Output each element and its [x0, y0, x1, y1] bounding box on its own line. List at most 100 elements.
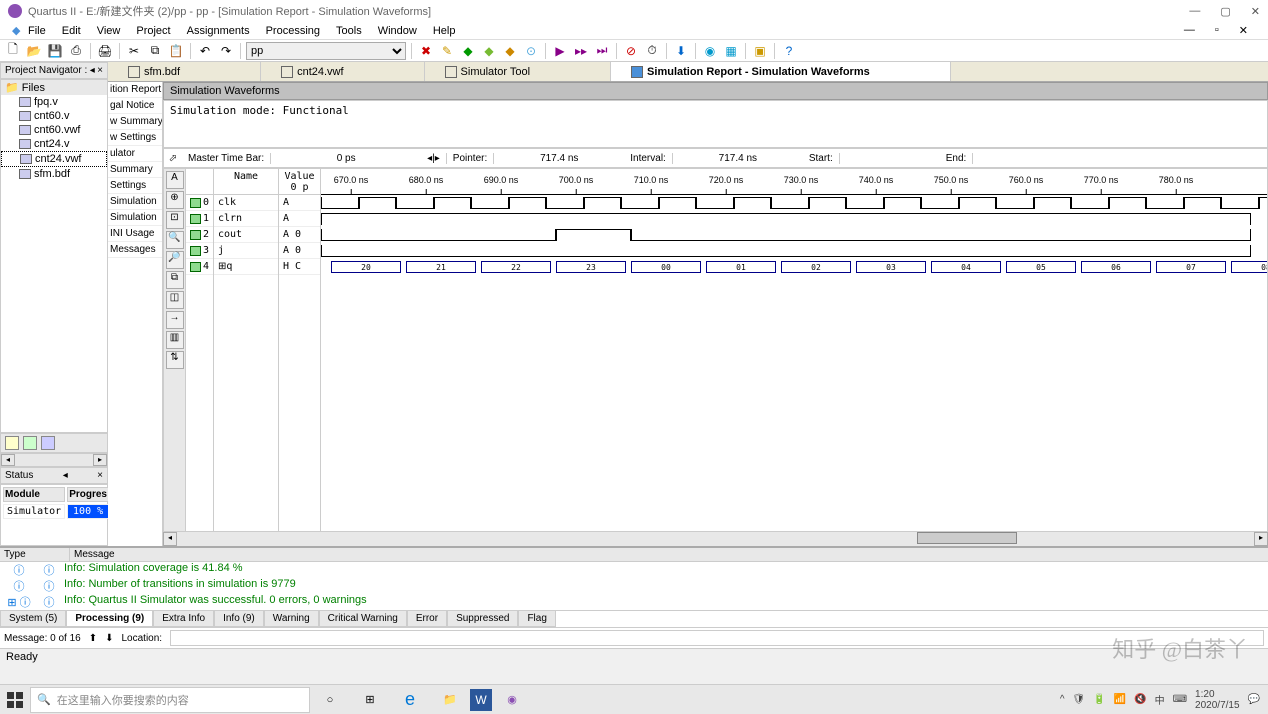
- close-status-icon[interactable]: ×: [97, 470, 103, 481]
- report-item[interactable]: ition Report: [108, 82, 162, 98]
- design-tab-icon[interactable]: [41, 436, 55, 450]
- timer-icon[interactable]: ⊘: [622, 42, 640, 60]
- cortana-icon[interactable]: ○: [310, 686, 350, 714]
- file-item[interactable]: sfm.bdf: [1, 167, 107, 181]
- help-icon[interactable]: ?: [780, 42, 798, 60]
- zoom-in-icon[interactable]: 🔍: [166, 231, 184, 249]
- tray-up-icon[interactable]: ^: [1060, 694, 1065, 705]
- project-dropdown[interactable]: pp: [246, 42, 406, 60]
- fitter-icon[interactable]: ◆: [501, 42, 519, 60]
- volume-icon[interactable]: 🔇: [1134, 694, 1146, 705]
- timing-icon[interactable]: ⊙: [522, 42, 540, 60]
- sort-tool-icon[interactable]: ⇅: [166, 351, 184, 369]
- save-all-icon[interactable]: ⎙: [67, 42, 85, 60]
- print-icon[interactable]: 🖨: [96, 42, 114, 60]
- menu-edit[interactable]: Edit: [54, 25, 89, 37]
- report-item[interactable]: w Settings: [108, 130, 162, 146]
- new-file-icon[interactable]: 🗋: [4, 42, 22, 60]
- signal-pin[interactable]: 3: [186, 243, 213, 259]
- message-row[interactable]: ⓘⓘInfo: Number of transitions in simulat…: [0, 578, 1268, 594]
- wifi-icon[interactable]: 📶: [1114, 694, 1126, 705]
- redo-icon[interactable]: ↷: [217, 42, 235, 60]
- waveform-scrollbar[interactable]: ◂ ▸: [163, 532, 1268, 546]
- signal-name[interactable]: clrn: [214, 211, 278, 227]
- pointer-input[interactable]: [494, 153, 624, 164]
- taskview-icon[interactable]: ⊞: [350, 686, 390, 714]
- maximize-button[interactable]: ▢: [1220, 5, 1230, 18]
- message-tab[interactable]: Warning: [264, 611, 319, 627]
- hierarchy-tab-icon[interactable]: [5, 436, 19, 450]
- arrow-tool-icon[interactable]: →: [166, 311, 184, 329]
- document-tab[interactable]: cnt24.vwf: [261, 62, 424, 81]
- report-item[interactable]: Settings: [108, 178, 162, 194]
- play-icon[interactable]: ▶: [551, 42, 569, 60]
- message-tab[interactable]: Suppressed: [447, 611, 518, 627]
- group-tool-icon[interactable]: ◫: [166, 291, 184, 309]
- signal-name[interactable]: cout: [214, 227, 278, 243]
- menu-window[interactable]: Window: [370, 25, 425, 37]
- pointer-tool-icon[interactable]: ⬀: [164, 153, 182, 164]
- edge-icon[interactable]: e: [390, 686, 430, 714]
- word-icon[interactable]: W: [470, 689, 492, 711]
- next-message-icon[interactable]: ⬇: [105, 633, 113, 644]
- report-item[interactable]: Simulation: [108, 210, 162, 226]
- message-tab[interactable]: Extra Info: [153, 611, 214, 627]
- minimize-button[interactable]: —: [1189, 5, 1200, 18]
- stop-icon[interactable]: ✖: [417, 42, 435, 60]
- signal-pin[interactable]: 4: [186, 259, 213, 275]
- signal-pin[interactable]: 2: [186, 227, 213, 243]
- battery-icon[interactable]: 🔋: [1093, 694, 1105, 705]
- window-icon[interactable]: ▣: [751, 42, 769, 60]
- file-item[interactable]: cnt24.v: [1, 137, 107, 151]
- analyze-icon[interactable]: ◆: [480, 42, 498, 60]
- keyboard-icon[interactable]: ⌨: [1173, 694, 1187, 705]
- end-input[interactable]: [973, 153, 1073, 164]
- signal-name[interactable]: clk: [214, 195, 278, 211]
- prev-message-icon[interactable]: ⬆: [89, 633, 97, 644]
- report-item[interactable]: gal Notice: [108, 98, 162, 114]
- report-item[interactable]: Messages: [108, 242, 162, 258]
- file-item[interactable]: cnt60.vwf: [1, 123, 107, 137]
- menu-view[interactable]: View: [89, 25, 129, 37]
- report-item[interactable]: w Summary: [108, 114, 162, 130]
- paste-icon[interactable]: 📋: [167, 42, 185, 60]
- child-maximize-button[interactable]: ▫: [1207, 24, 1227, 37]
- menu-tools[interactable]: Tools: [328, 25, 370, 37]
- compile-icon[interactable]: ◆: [459, 42, 477, 60]
- files-tab-icon[interactable]: [23, 436, 37, 450]
- message-tab[interactable]: Critical Warning: [319, 611, 407, 627]
- explorer-icon[interactable]: 📁: [430, 686, 470, 714]
- copy-icon[interactable]: ⧉: [146, 42, 164, 60]
- nav-scrollbar[interactable]: ◂▸: [0, 453, 108, 467]
- document-tab[interactable]: Simulator Tool: [425, 62, 612, 81]
- file-item[interactable]: cnt24.vwf: [1, 151, 107, 167]
- pin-icon[interactable]: ◂: [90, 65, 95, 76]
- waveform-canvas[interactable]: 670.0 ns680.0 ns690.0 ns700.0 ns710.0 ns…: [321, 169, 1267, 531]
- find-icon[interactable]: 🔎: [166, 251, 184, 269]
- ime-icon[interactable]: 中: [1155, 692, 1165, 707]
- message-tab[interactable]: Processing (9): [66, 611, 153, 627]
- menu-help[interactable]: Help: [425, 25, 464, 37]
- message-tab[interactable]: Error: [407, 611, 447, 627]
- bus-tool-icon[interactable]: ⧉: [166, 271, 184, 289]
- document-tab[interactable]: Simulation Report - Simulation Waveforms: [611, 62, 951, 81]
- chip-icon[interactable]: ▦: [722, 42, 740, 60]
- report-item[interactable]: ulator: [108, 146, 162, 162]
- undo-icon[interactable]: ↶: [196, 42, 214, 60]
- step-icon[interactable]: ⏭: [593, 42, 611, 60]
- master-spin[interactable]: ◂|▸: [421, 153, 447, 164]
- report-item[interactable]: Summary: [108, 162, 162, 178]
- close-panel-icon[interactable]: ×: [97, 65, 103, 76]
- signal-pin[interactable]: 1: [186, 211, 213, 227]
- message-tab[interactable]: Info (9): [214, 611, 264, 627]
- message-tab[interactable]: System (5): [0, 611, 66, 627]
- play-to-icon[interactable]: ▸▸: [572, 42, 590, 60]
- start-button[interactable]: [0, 687, 30, 713]
- save-icon[interactable]: 💾: [46, 42, 64, 60]
- text-tool-icon[interactable]: A: [166, 171, 184, 189]
- menu-project[interactable]: Project: [128, 25, 178, 37]
- tool-icon[interactable]: ✎: [438, 42, 456, 60]
- child-minimize-button[interactable]: —: [1176, 24, 1203, 37]
- taskbar-search[interactable]: 🔍 在这里输入你要搜索的内容: [30, 687, 310, 713]
- quartus-task-icon[interactable]: ◉: [492, 686, 532, 714]
